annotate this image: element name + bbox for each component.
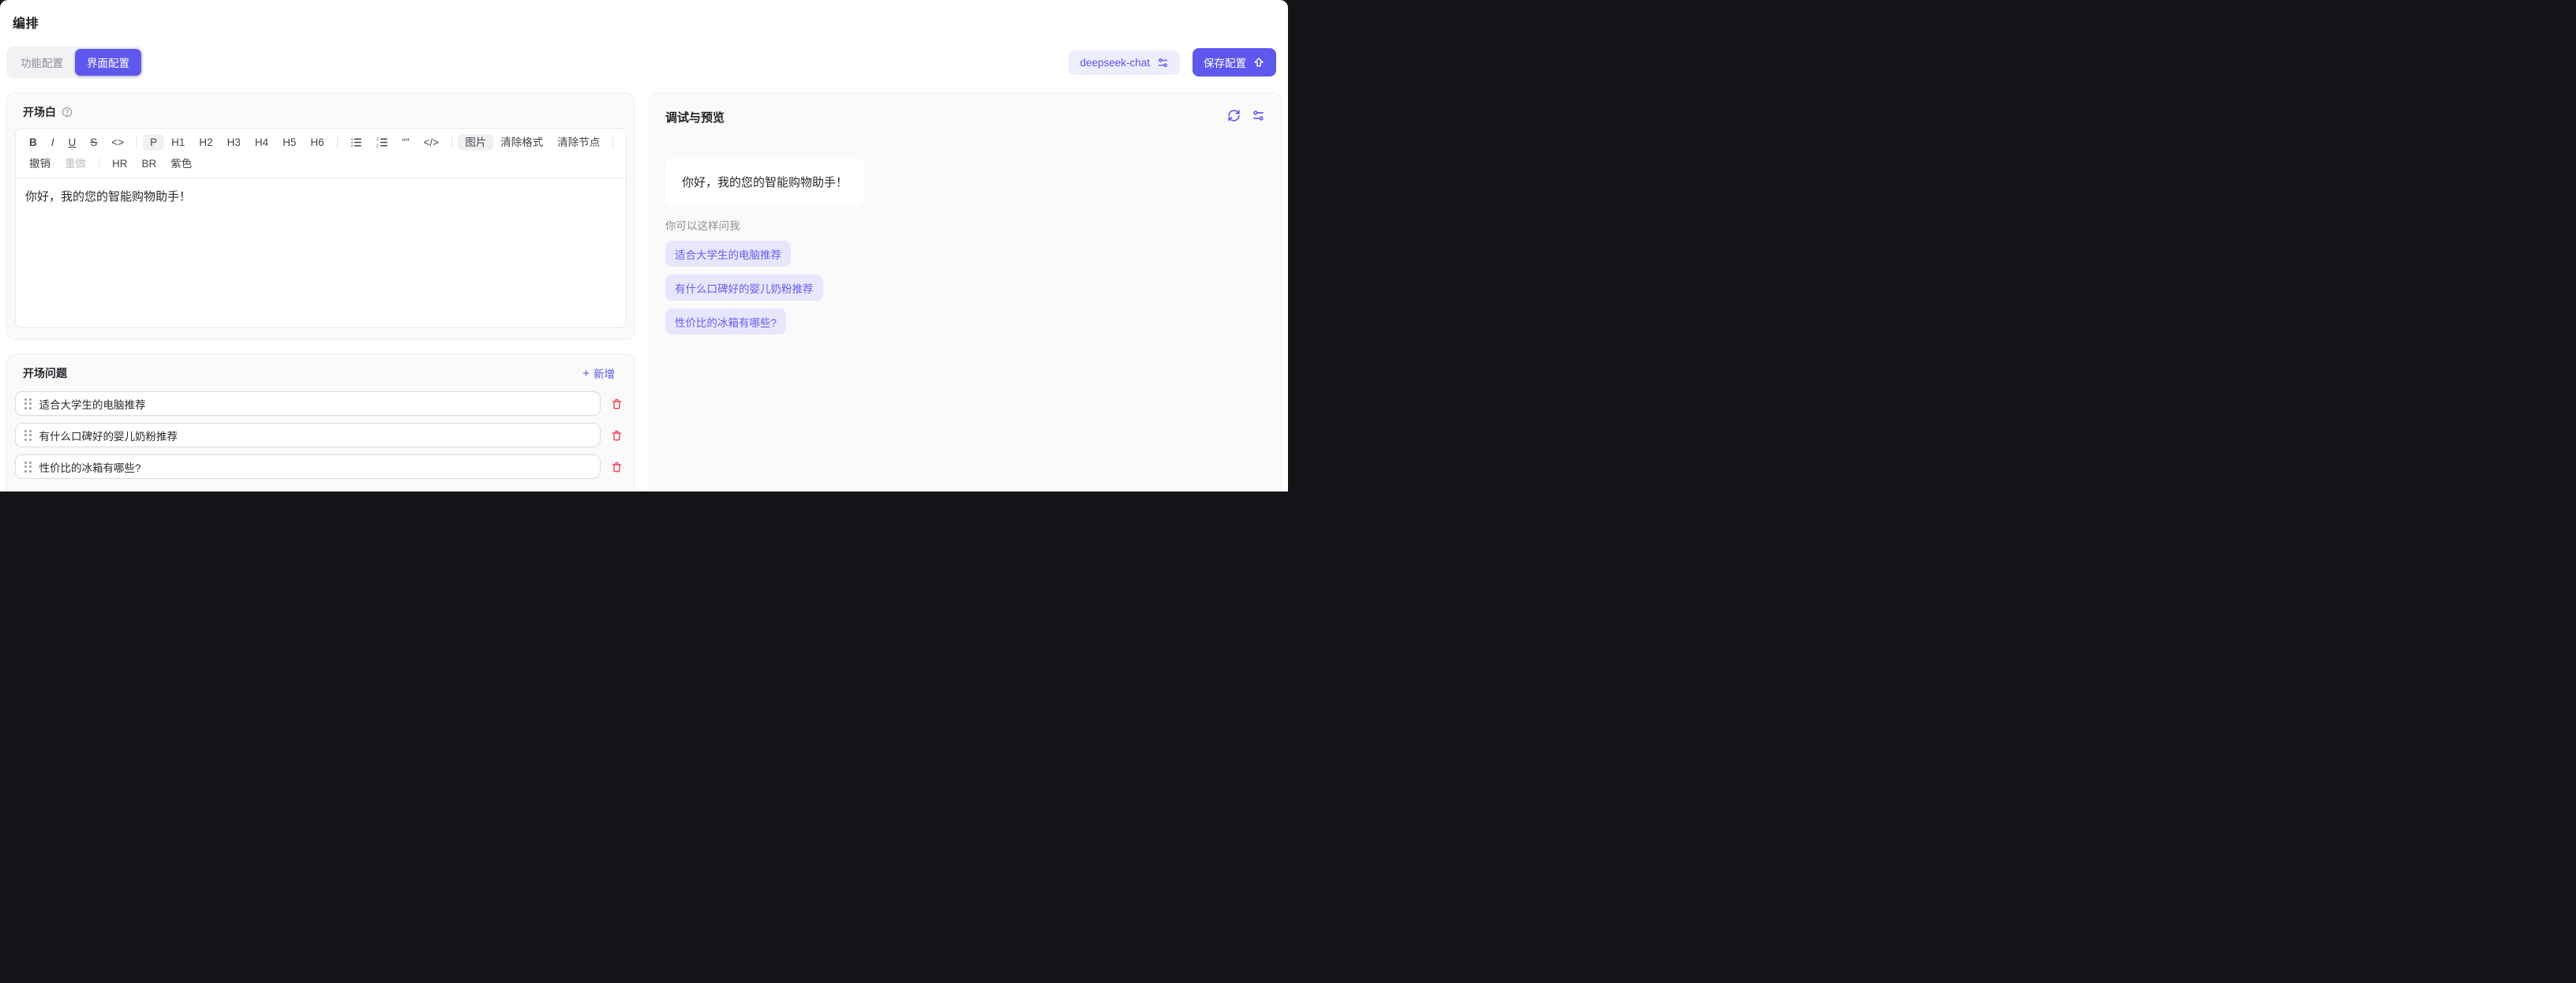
trash-icon bbox=[611, 429, 623, 442]
toolbar-divider bbox=[612, 136, 613, 148]
svg-text:1: 1 bbox=[376, 137, 379, 142]
rich-text-editor: B I U S <> P H1 H2 H3 H4 H5 H6 bbox=[15, 128, 627, 328]
question-input[interactable] bbox=[39, 461, 592, 473]
help-icon[interactable] bbox=[62, 107, 73, 118]
clear-node-button[interactable]: 清除节点 bbox=[550, 134, 607, 151]
clear-format-button[interactable]: 清除格式 bbox=[493, 134, 550, 151]
page-title: 编排 bbox=[13, 13, 1288, 32]
question-row bbox=[15, 454, 627, 479]
paragraph-button[interactable]: P bbox=[143, 134, 164, 151]
br-button[interactable]: BR bbox=[135, 155, 164, 173]
save-config-button[interactable]: 保存配置 bbox=[1193, 48, 1276, 77]
opening-statement-header: 开场白 bbox=[15, 103, 627, 120]
image-button[interactable]: 图片 bbox=[458, 134, 493, 151]
plus-icon: + bbox=[582, 368, 590, 379]
ordered-list-icon: 1 2 bbox=[376, 136, 388, 148]
config-tabs: 功能配置 界面配置 bbox=[6, 47, 144, 78]
opening-questions-title: 开场问题 bbox=[23, 365, 67, 381]
trash-icon bbox=[611, 461, 623, 473]
model-select-button[interactable]: deepseek-chat bbox=[1069, 50, 1180, 75]
question-input[interactable] bbox=[39, 429, 592, 441]
preview-header-icons bbox=[1227, 109, 1265, 122]
drag-handle-icon[interactable] bbox=[24, 462, 32, 473]
question-input[interactable] bbox=[39, 398, 592, 409]
tab-function-config[interactable]: 功能配置 bbox=[9, 49, 75, 76]
italic-button[interactable]: I bbox=[44, 134, 62, 151]
purple-color-button[interactable]: 紫色 bbox=[163, 155, 199, 173]
strikethrough-button[interactable]: S bbox=[83, 134, 104, 151]
trash-icon bbox=[611, 398, 623, 410]
hr-button[interactable]: HR bbox=[105, 155, 135, 173]
settings-sliders-icon bbox=[1157, 57, 1169, 69]
opening-statement-text[interactable]: 你好，我的您的智能购物助手！ bbox=[16, 178, 626, 217]
question-row bbox=[15, 423, 627, 447]
h1-button[interactable]: H1 bbox=[164, 134, 192, 151]
svg-text:2: 2 bbox=[376, 144, 379, 148]
welcome-message-bubble: 你好，我的您的智能购物助手！ bbox=[665, 159, 864, 205]
tab-interface-config[interactable]: 界面配置 bbox=[75, 49, 141, 76]
underline-button[interactable]: U bbox=[62, 134, 84, 151]
opening-questions-panel: 开场问题 + 新增 bbox=[6, 353, 635, 492]
question-row bbox=[15, 391, 627, 416]
h5-button[interactable]: H5 bbox=[275, 134, 303, 151]
toolbar-divider bbox=[451, 136, 452, 148]
code-block-button[interactable]: </> bbox=[417, 134, 447, 151]
inline-code-button[interactable]: <> bbox=[104, 134, 131, 151]
toolbar-row-2: 撤销 重做 HR BR 紫色 bbox=[22, 153, 620, 174]
editor-toolbar: B I U S <> P H1 H2 H3 H4 H5 H6 bbox=[16, 129, 626, 178]
redo-button[interactable]: 重做 bbox=[58, 155, 93, 173]
add-question-label: 新增 bbox=[593, 365, 615, 381]
h4-button[interactable]: H4 bbox=[248, 134, 275, 151]
suggested-question-chip[interactable]: 有什么口碑好的婴儿奶粉推荐 bbox=[665, 275, 823, 301]
bold-button[interactable]: B bbox=[22, 134, 44, 151]
drag-handle-icon[interactable] bbox=[24, 430, 32, 441]
header-row: 功能配置 界面配置 deepseek-chat 保存配置 bbox=[6, 47, 1276, 78]
debug-preview-title: 调试与预览 bbox=[665, 109, 724, 125]
debug-preview-header: 调试与预览 bbox=[665, 109, 1265, 125]
save-config-label: 保存配置 bbox=[1204, 54, 1246, 70]
header-actions: deepseek-chat 保存配置 bbox=[1069, 48, 1276, 77]
main-content: 开场白 B I U bbox=[6, 92, 1282, 492]
left-column: 开场白 B I U bbox=[6, 92, 635, 492]
refresh-button[interactable] bbox=[1227, 109, 1241, 122]
delete-question-button[interactable] bbox=[611, 398, 623, 410]
delete-question-button[interactable] bbox=[611, 429, 623, 442]
h6-button[interactable]: H6 bbox=[303, 134, 331, 151]
bullet-list-button[interactable] bbox=[343, 133, 369, 151]
debug-preview-panel: 调试与预览 bbox=[649, 92, 1282, 492]
settings-sliders-icon bbox=[1252, 109, 1265, 122]
ask-hint-label: 你可以这样问我 bbox=[665, 217, 1265, 233]
add-question-button[interactable]: + 新增 bbox=[582, 365, 615, 381]
arrow-up-icon bbox=[1252, 56, 1265, 69]
opening-questions-header: 开场问题 + 新增 bbox=[15, 364, 627, 381]
question-input-box bbox=[15, 454, 601, 479]
suggested-question-chip[interactable]: 性价比的冰箱有哪些? bbox=[665, 308, 786, 335]
question-input-box bbox=[15, 423, 601, 447]
h2-button[interactable]: H2 bbox=[192, 134, 219, 151]
preview-settings-button[interactable] bbox=[1252, 109, 1265, 122]
drag-handle-icon[interactable] bbox=[24, 398, 32, 409]
ordered-list-button[interactable]: 1 2 bbox=[369, 133, 395, 151]
suggested-question-chips: 适合大学生的电脑推荐 有什么口碑好的婴儿奶粉推荐 性价比的冰箱有哪些? bbox=[665, 241, 1265, 335]
undo-button[interactable]: 撤销 bbox=[22, 155, 58, 173]
bullet-list-icon bbox=[350, 136, 362, 148]
app-window: 编排 功能配置 界面配置 deepseek-chat 保存配置 bbox=[0, 0, 1288, 492]
toolbar-divider bbox=[337, 136, 338, 148]
question-rows bbox=[15, 391, 627, 479]
question-input-box bbox=[15, 391, 601, 416]
model-select-label: deepseek-chat bbox=[1080, 57, 1150, 69]
quote-button[interactable]: “” bbox=[395, 134, 417, 151]
opening-statement-title: 开场白 bbox=[23, 104, 56, 120]
h3-button[interactable]: H3 bbox=[220, 134, 248, 151]
right-column: 调试与预览 bbox=[649, 92, 1282, 492]
toolbar-row-1: B I U S <> P H1 H2 H3 H4 H5 H6 bbox=[22, 132, 620, 153]
suggested-question-chip[interactable]: 适合大学生的电脑推荐 bbox=[665, 241, 791, 267]
delete-question-button[interactable] bbox=[611, 461, 623, 473]
opening-statement-panel: 开场白 B I U bbox=[6, 92, 635, 340]
refresh-icon bbox=[1227, 109, 1241, 122]
